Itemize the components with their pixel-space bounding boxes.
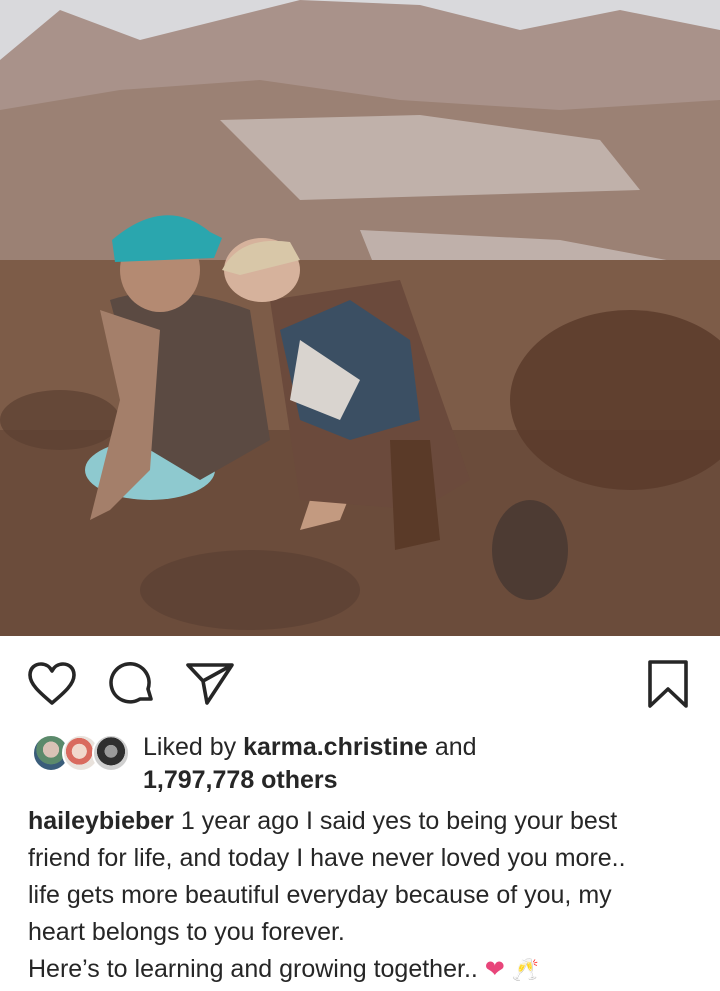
caption-line: friend for life, and today I have never …: [28, 844, 626, 872]
likes-row: Liked by karma.christine and 1,797,778 o…: [26, 730, 706, 800]
liked-by-text: Liked by karma.christine and: [143, 730, 477, 764]
comment-button[interactable]: [106, 658, 158, 710]
post-photo[interactable]: [0, 0, 720, 636]
liked-by-user-link[interactable]: karma.christine: [243, 733, 428, 761]
like-button[interactable]: [26, 658, 78, 710]
caption-line: haileybieber 1 year ago I said yes to be…: [28, 803, 708, 840]
caption-text: Here’s to learning and growing together.…: [28, 955, 485, 983]
liker-avatars[interactable]: [32, 734, 130, 772]
caption-line: heart belongs to you forever.: [28, 918, 345, 946]
heart-emoji-icon: ❤: [484, 956, 505, 983]
liked-by-suffix: and: [427, 733, 477, 761]
share-button[interactable]: [184, 658, 236, 710]
bookmark-icon: [646, 659, 690, 709]
clinking-glasses-emoji-icon: 🥂: [511, 957, 540, 982]
post-photo-illustration: [0, 0, 720, 636]
caption-username-link[interactable]: haileybieber: [28, 807, 174, 835]
post-action-bar: [0, 636, 720, 730]
heart-outline-icon: [27, 661, 77, 707]
caption-text: 1 year ago I said yes to being your best: [173, 807, 618, 835]
likes-count-link[interactable]: 1,797,778 others: [143, 763, 338, 797]
caption-line: Here’s to learning and growing together.…: [28, 951, 708, 988]
liked-by-prefix: Liked by: [143, 733, 244, 761]
save-button[interactable]: [642, 658, 694, 710]
post-caption: haileybieber 1 year ago I said yes to be…: [28, 803, 708, 988]
avatar[interactable]: [92, 734, 130, 772]
comment-bubble-icon: [107, 659, 157, 709]
caption-line: life gets more beautiful everyday becaus…: [28, 881, 612, 909]
paper-plane-icon: [185, 661, 235, 707]
